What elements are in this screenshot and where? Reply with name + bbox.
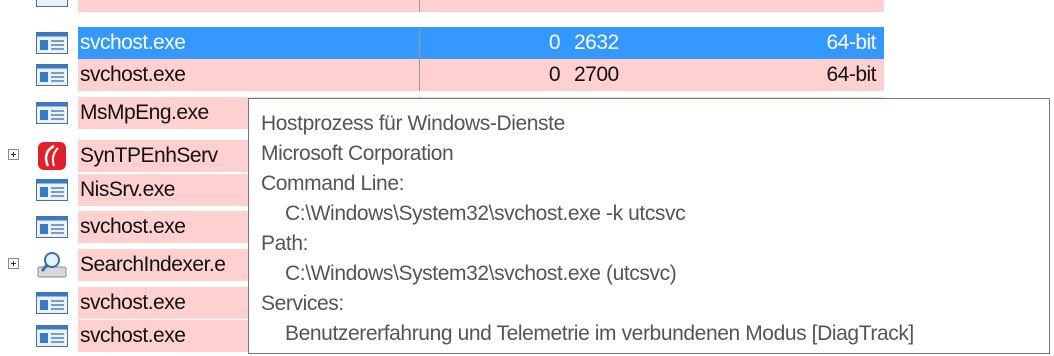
architecture-value: 64-bit <box>826 31 876 54</box>
synaptics-icon <box>36 142 68 170</box>
process-name: svchost.exe <box>80 31 186 54</box>
tooltip-command-line-label: Command Line: <box>261 172 405 195</box>
cpu-value: 0 <box>548 31 561 54</box>
expand-icon[interactable] <box>8 149 19 160</box>
tooltip-services-label: Services: <box>261 292 344 315</box>
service-host-icon <box>36 325 68 347</box>
service-host-icon <box>36 216 68 238</box>
process-name: MsMpEng.exe <box>80 101 209 124</box>
pid-value: 2700 <box>574 63 619 86</box>
tooltip-description: Hostprozess für Windows-Dienste <box>261 112 565 135</box>
service-host-icon <box>36 64 68 86</box>
process-name: SearchIndexer.e <box>80 253 226 276</box>
process-tooltip: Hostprozess für Windows-Dienste Microsof… <box>248 98 1050 354</box>
tooltip-company: Microsoft Corporation <box>261 142 454 165</box>
tooltip-services: Benutzererfahrung und Telemetrie im verb… <box>285 322 914 345</box>
table-row-partial[interactable] <box>0 0 1054 12</box>
table-row[interactable]: svchost.exe 0 2700 64-bit <box>0 59 1054 91</box>
search-indexer-icon <box>36 251 68 278</box>
process-name: svchost.exe <box>80 215 186 238</box>
expand-icon[interactable] <box>8 258 19 269</box>
service-host-icon <box>36 32 68 54</box>
tooltip-path: C:\Windows\System32\svchost.exe (utcsvc) <box>285 262 677 285</box>
table-row[interactable]: svchost.exe 0 2632 64-bit <box>0 27 1054 59</box>
process-name: NisSrv.exe <box>80 178 175 201</box>
column-divider <box>419 27 420 59</box>
process-name: svchost.exe <box>80 324 186 347</box>
service-host-icon <box>36 102 68 124</box>
cpu-value: 0 <box>548 63 561 86</box>
architecture-value: 64-bit <box>826 63 876 86</box>
tooltip-path-label: Path: <box>261 232 309 255</box>
service-host-icon <box>36 179 68 201</box>
process-name: svchost.exe <box>80 63 186 86</box>
service-host-icon <box>36 0 68 7</box>
process-name: svchost.exe <box>80 291 186 314</box>
pid-value: 2632 <box>574 31 619 54</box>
process-name: SynTPEnhServ <box>80 144 218 167</box>
service-host-icon <box>36 292 68 314</box>
column-divider <box>419 0 420 12</box>
tooltip-command-line: C:\Windows\System32\svchost.exe -k utcsv… <box>285 202 686 225</box>
column-divider <box>419 59 420 91</box>
